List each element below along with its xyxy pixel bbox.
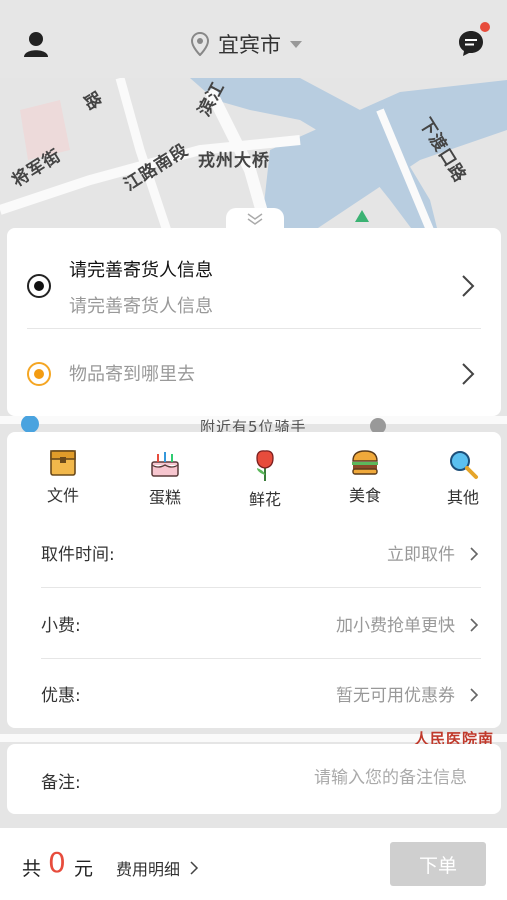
magnifier-icon [450,451,478,479]
currency-label: 元 [74,858,94,880]
fee-detail-label: 费用明细 [116,860,181,879]
chevron-double-down-icon [247,213,263,225]
user-profile-icon[interactable] [22,30,50,58]
category-label: 美食 [348,486,381,505]
category-label: 文件 [46,486,79,505]
city-selector[interactable]: 宜宾市 [190,28,303,60]
receiver-dot-icon [27,362,51,386]
order-footer: 共 0 元 费用明细 下单 [0,828,507,900]
tip-label: 小费: [41,616,81,636]
city-name: 宜宾市 [218,33,281,57]
category-label: 其他 [446,488,479,507]
sender-subtitle: 请完善寄货人信息 [69,296,213,317]
coupon-row[interactable]: 优惠: 暂无可用优惠券 [7,659,501,729]
collapse-handle[interactable] [226,208,284,230]
pickup-time-row[interactable]: 取件时间: 立即取件 [7,518,501,588]
submit-order-button[interactable]: 下单 [390,842,486,886]
note-card: 备注: [7,744,501,814]
category-cake[interactable]: 蛋糕 [135,448,195,508]
category-selector: 文件 蛋糕 鲜花 美食 其他 [7,448,501,520]
order-options-card: 文件 蛋糕 鲜花 美食 其他 取件时间: 立即取件 小费: 加小费抢单更快 优惠… [7,432,501,728]
receiver-row[interactable]: 物品寄到哪里去 [7,350,501,398]
tip-value: 加小费抢单更快 [336,616,455,636]
sender-dot-icon [27,274,51,298]
chevron-right-icon [462,363,475,385]
chevron-right-icon [462,275,475,297]
tip-row[interactable]: 小费: 加小费抢单更快 [7,589,501,659]
chevron-right-icon [470,688,479,702]
divider [27,328,481,329]
sender-title: 请完善寄货人信息 [69,260,213,281]
flower-icon [256,450,274,481]
fee-detail-link[interactable]: 费用明细 [116,856,199,880]
burger-icon [352,450,378,475]
dropdown-arrow-icon [290,41,302,48]
pickup-time-label: 取件时间: [41,545,115,565]
category-document[interactable]: 文件 [33,448,93,506]
note-label: 备注: [41,773,81,793]
total-amount: 0 [48,846,66,879]
coupon-value: 暂无可用优惠券 [336,686,455,706]
sender-row[interactable]: 请完善寄货人信息 请完善寄货人信息 [7,252,501,332]
document-icon [50,450,76,476]
chat-bubble-icon [459,31,483,56]
top-bar: 宜宾市 [0,0,507,78]
receiver-placeholder: 物品寄到哪里去 [69,364,195,385]
divider [41,587,481,588]
unread-badge [480,22,490,32]
messages-button[interactable] [456,22,490,60]
note-input[interactable] [247,762,467,794]
chevron-right-icon [470,618,479,632]
cake-icon [151,452,179,477]
address-card: 请完善寄货人信息 请完善寄货人信息 物品寄到哪里去 [7,228,501,416]
pickup-time-value: 立即取件 [387,545,455,565]
coupon-label: 优惠: [41,686,81,706]
map-label-bridge: 戎州大桥 [198,151,270,171]
total-prefix: 共 [22,858,42,880]
category-label: 蛋糕 [148,488,181,507]
category-food[interactable]: 美食 [335,448,395,506]
category-other[interactable]: 其他 [433,448,493,508]
chevron-right-icon [190,861,199,875]
category-label: 鲜花 [248,490,281,509]
location-pin-icon [190,32,210,56]
category-flower[interactable]: 鲜花 [235,448,295,510]
chevron-right-icon [470,547,479,561]
